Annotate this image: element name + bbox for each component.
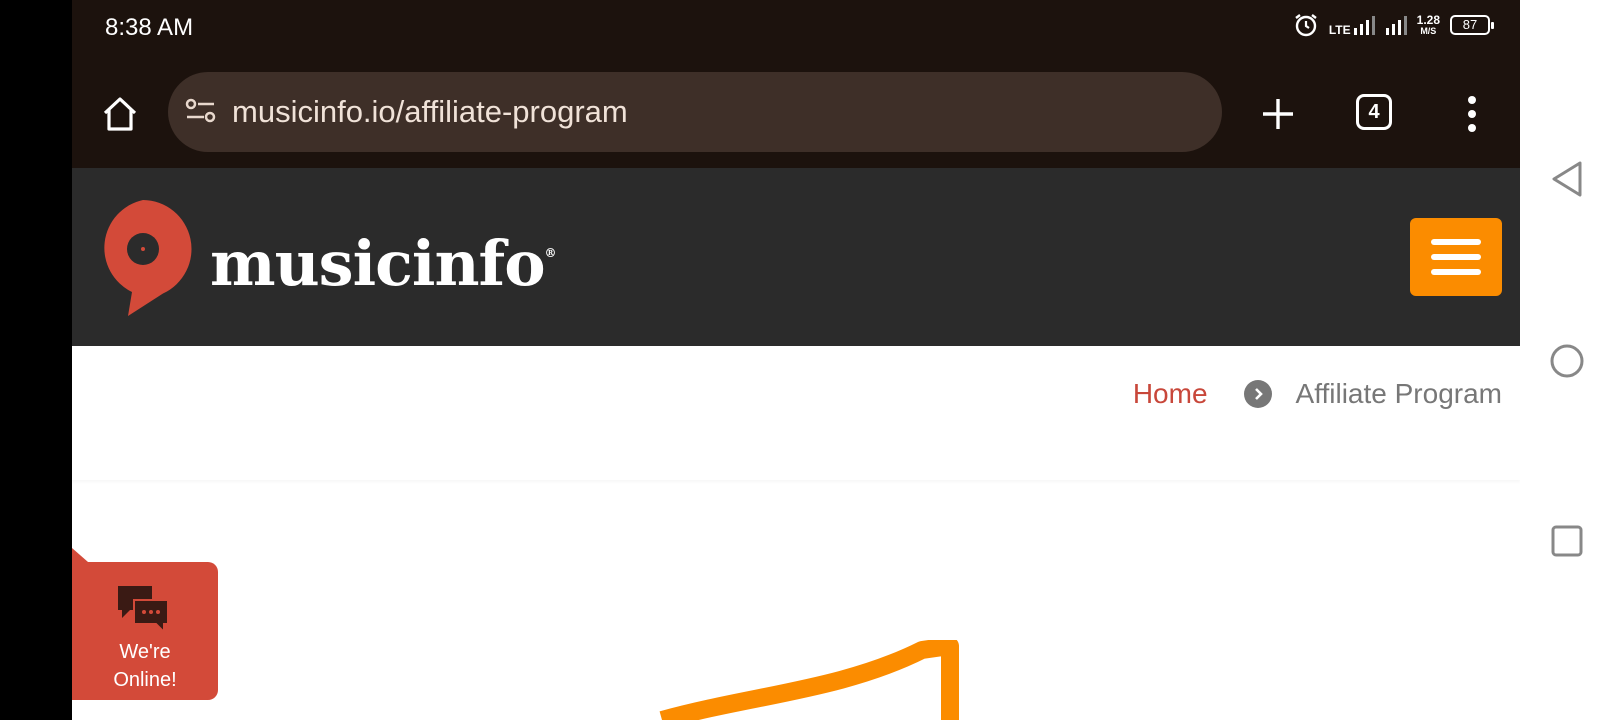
hamburger-line <box>1431 269 1481 275</box>
system-nav-bar <box>1520 0 1612 720</box>
site-menu-button[interactable] <box>1410 218 1502 296</box>
back-triangle-icon <box>1552 161 1582 197</box>
alarm-icon <box>1295 14 1317 37</box>
nav-recents-button[interactable] <box>1546 520 1588 562</box>
browser-toolbar: musicinfo.io/affiliate-program 4 <box>72 58 1520 169</box>
lte-signal-icon: LTE <box>1329 14 1375 36</box>
status-time: 8:38 AM <box>105 14 194 41</box>
tab-switcher-button[interactable]: 4 <box>1356 94 1392 130</box>
home-circle-icon <box>1550 344 1584 378</box>
breadcrumb-home-link[interactable]: Home <box>1133 378 1208 410</box>
chat-bubbles-icon <box>118 586 169 634</box>
more-vert-icon <box>1468 96 1476 132</box>
recents-square-icon <box>1551 525 1583 557</box>
browser-menu-button[interactable] <box>1454 88 1490 140</box>
status-icons: LTE 1.28 M/S 87 <box>1293 12 1494 38</box>
logo-text: musicinfo® <box>210 226 557 300</box>
url-text[interactable]: musicinfo.io/affiliate-program <box>232 94 628 130</box>
home-icon <box>103 97 137 131</box>
chat-widget[interactable]: We're Online! <box>72 548 218 700</box>
chevron-right-icon <box>1243 380 1272 408</box>
hamburger-line <box>1431 254 1481 260</box>
site-logo[interactable]: musicinfo® <box>92 198 557 318</box>
browser-home-button[interactable] <box>94 88 146 140</box>
site-info-icon[interactable] <box>184 96 218 126</box>
nav-home-button[interactable] <box>1546 340 1588 382</box>
nav-back-button[interactable] <box>1546 158 1588 200</box>
breadcrumb-current: Affiliate Program <box>1295 378 1502 409</box>
new-tab-button[interactable] <box>1252 88 1304 140</box>
plus-icon <box>1263 99 1293 129</box>
battery-indicator: 87 <box>1450 15 1494 35</box>
hero-graphic <box>659 640 959 720</box>
breadcrumb: Home Affiliate Program <box>1133 378 1502 410</box>
phone-screen: 8:38 AM LTE 1.28 M/S 87 musicinfo.io/aff… <box>72 0 1520 720</box>
chat-status-label: We're Online! <box>113 641 177 691</box>
logo-mark-icon <box>104 200 192 316</box>
site-header: musicinfo® <box>72 168 1520 346</box>
net-speed: 1.28 M/S <box>1416 13 1440 36</box>
status-bar: 8:38 AM LTE 1.28 M/S 87 <box>72 0 1520 58</box>
hamburger-line <box>1431 239 1481 245</box>
breadcrumb-bar: Home Affiliate Program <box>72 350 1520 480</box>
address-bar[interactable]: musicinfo.io/affiliate-program <box>168 72 1222 152</box>
signal-icon <box>1385 16 1407 35</box>
